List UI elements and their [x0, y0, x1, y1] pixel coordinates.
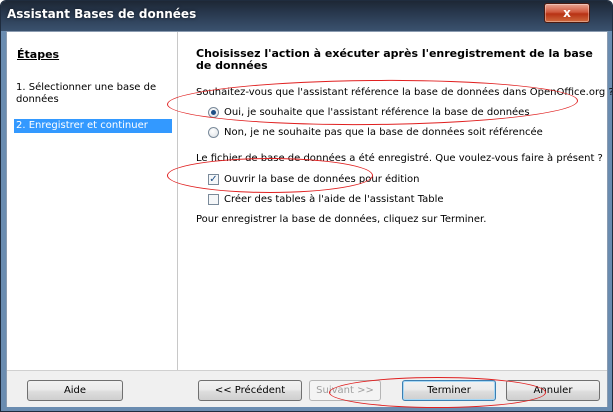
radio-selected-icon[interactable]	[208, 107, 219, 118]
register-question: Souhaitez-vous que l'assistant référence…	[196, 87, 613, 98]
checkbox-open-database-label: Ouvrir la base de données pour édition	[224, 174, 420, 185]
page-title: Choisissez l'action à exécuter après l'e…	[196, 47, 593, 72]
close-icon: x	[563, 6, 571, 20]
checkbox-checked-icon[interactable]: ✓	[208, 174, 219, 185]
step-item-select-database[interactable]: 1. Sélectionner une base de données	[16, 82, 168, 106]
title-bar[interactable]: Assistant Bases de données x	[1, 1, 612, 31]
button-bar: Aide << Précédent Suivant >> Terminer An…	[7, 370, 607, 407]
checkbox-create-tables-label: Créer des tables à l'aide de l'assistant…	[224, 194, 444, 205]
wizard-client-area: Étapes 1. Sélectionner une base de donné…	[6, 31, 612, 407]
window-title: Assistant Bases de données	[7, 7, 197, 21]
close-button[interactable]: x	[544, 3, 590, 23]
next-action-question: Le fichier de base de données a été enre…	[196, 153, 603, 164]
finish-instruction: Pour enregistrer la base de données, cli…	[196, 214, 487, 225]
wizard-window: Assistant Bases de données x Étapes 1. S…	[0, 0, 613, 412]
step-item-save-and-continue[interactable]: 2. Enregistrer et continuer	[14, 119, 172, 133]
radio-register-no-label: Non, je ne souhaite pas que la base de d…	[224, 127, 543, 138]
finish-button[interactable]: Terminer	[402, 380, 496, 401]
previous-button[interactable]: << Précédent	[198, 380, 302, 401]
checkbox-unchecked-icon[interactable]	[208, 194, 219, 205]
radio-empty-icon[interactable]	[208, 127, 219, 138]
steps-panel: Étapes 1. Sélectionner une base de donné…	[7, 32, 178, 370]
next-button[interactable]: Suivant >>	[309, 380, 381, 401]
cancel-button[interactable]: Annuler	[506, 380, 600, 401]
step-content: Choisissez l'action à exécuter après l'e…	[178, 32, 612, 370]
steps-heading: Étapes	[17, 48, 60, 61]
radio-register-yes-label: Oui, je souhaite que l'assistant référen…	[224, 107, 530, 118]
help-button[interactable]: Aide	[27, 380, 123, 401]
